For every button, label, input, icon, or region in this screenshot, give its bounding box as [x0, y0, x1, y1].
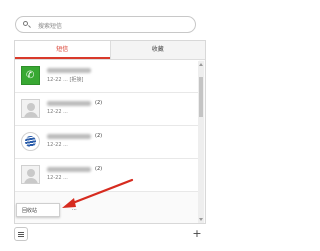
annotation-arrow-icon — [62, 178, 134, 208]
